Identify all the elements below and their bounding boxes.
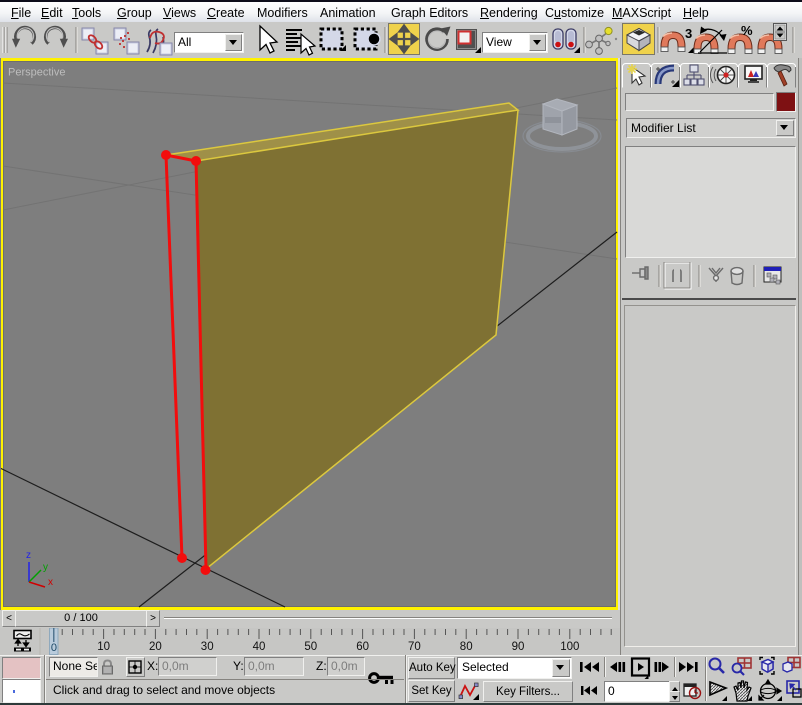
svg-text:%: % xyxy=(741,23,753,38)
svg-text:40: 40 xyxy=(253,641,266,653)
svg-text:60: 60 xyxy=(356,641,369,653)
svg-text:100: 100 xyxy=(560,641,579,653)
svg-text:90: 90 xyxy=(512,641,525,653)
svg-text:3: 3 xyxy=(685,26,692,41)
svg-text:30: 30 xyxy=(201,641,214,653)
svg-text:50: 50 xyxy=(304,641,317,653)
svg-text:70: 70 xyxy=(408,641,421,653)
svg-text:x: x xyxy=(48,577,53,588)
svg-text:0: 0 xyxy=(51,642,57,654)
svg-text:Perspective: Perspective xyxy=(8,67,65,79)
svg-text:z: z xyxy=(26,550,31,561)
svg-text:y: y xyxy=(43,562,48,573)
svg-text:80: 80 xyxy=(460,641,473,653)
svg-text:20: 20 xyxy=(149,641,162,653)
svg-text:10: 10 xyxy=(97,641,110,653)
